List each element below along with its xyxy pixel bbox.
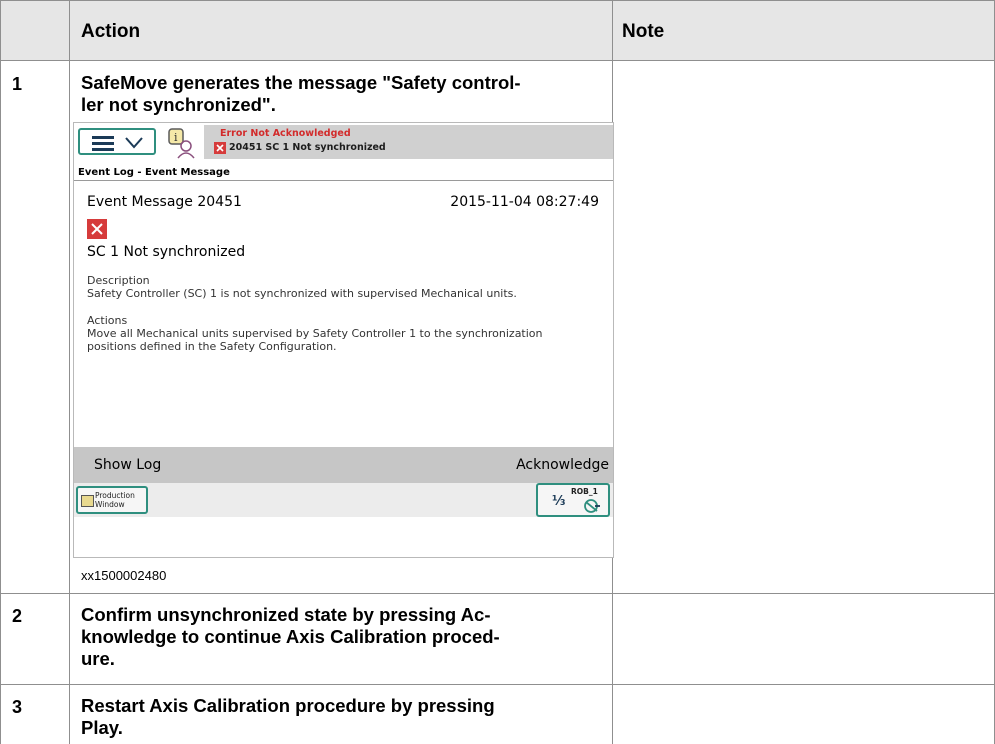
- robot-label: ROB_1: [571, 487, 598, 496]
- step-2-line3: ure.: [81, 648, 115, 669]
- step-2-acknowledge-part1: Ac-: [460, 604, 491, 625]
- table-header: [0, 0, 995, 60]
- step-1-action: SafeMove generates the message "Safety c…: [81, 72, 611, 116]
- step-3-line1: Restart Axis Calibration procedure by pr…: [81, 695, 495, 716]
- step-3-action: Restart Axis Calibration procedure by pr…: [81, 695, 611, 739]
- flexpendant-screenshot: i Error Not Acknowledged 20451 SC 1 Not …: [73, 122, 614, 558]
- error-banner-title: Error Not Acknowledged: [220, 128, 351, 139]
- robot-speed-icon: [584, 499, 600, 513]
- actions-line1: Move all Mechanical units supervised by …: [87, 327, 543, 340]
- menu-icon: [92, 136, 114, 151]
- status-info-icon: i: [168, 128, 195, 159]
- actions-line2: positions defined in the Safety Configur…: [87, 340, 337, 353]
- step-3-line2-end: .: [117, 717, 123, 738]
- chevron-down-icon: [125, 137, 143, 149]
- error-banner-message: 20451 SC 1 Not synchronized: [229, 142, 386, 153]
- step-2-action: Confirm unsynchronized state by pressing…: [81, 604, 611, 670]
- column-header-note: Note: [622, 21, 665, 42]
- actions-label: Actions: [87, 314, 128, 327]
- step-number-1: 1: [12, 74, 23, 94]
- procedure-table: Action Note 1 SafeMove generates the mes…: [0, 0, 995, 744]
- step-3-play: Play: [81, 717, 118, 738]
- svg-text:i: i: [174, 131, 178, 144]
- column-header-action: Action: [81, 21, 141, 42]
- event-datetime: 2015-11-04 08:27:49: [450, 194, 599, 210]
- production-label-line1: Production: [95, 491, 135, 500]
- production-window-icon: [81, 495, 94, 507]
- step-2-line1: Confirm unsynchronized state by pressing: [81, 604, 461, 625]
- production-window-button[interactable]: Production Window: [76, 486, 148, 514]
- step-1-action-line2: ler not synchronized".: [81, 94, 276, 115]
- production-label-line2: Window: [95, 500, 125, 509]
- figure-caption: xx1500002480: [81, 568, 167, 583]
- step-number-2: 2: [12, 606, 23, 626]
- step-1-action-line1: SafeMove generates the message "Safety c…: [81, 72, 521, 93]
- error-icon: [214, 142, 226, 154]
- event-heading: SC 1 Not synchronized: [87, 244, 246, 260]
- step-2-acknowledge-part2: knowledge: [81, 626, 177, 647]
- actions-text: Move all Mechanical units supervised by …: [87, 327, 602, 353]
- command-bar: Show Log Acknowledge: [74, 447, 613, 483]
- robot-fraction: ⅓: [552, 494, 566, 509]
- step-2-line2: to continue Axis Calibration proced-: [176, 626, 500, 647]
- quickset-button[interactable]: ROB_1 ⅓: [536, 483, 610, 517]
- step-number-3: 3: [12, 697, 23, 717]
- pendant-top-bar: i Error Not Acknowledged 20451 SC 1 Not …: [74, 123, 613, 163]
- main-menu-button[interactable]: [78, 128, 156, 155]
- breadcrumb: Event Log - Event Message: [78, 167, 230, 178]
- show-log-button[interactable]: Show Log: [94, 457, 161, 473]
- task-bar: Production Window ROB_1 ⅓: [74, 483, 613, 517]
- acknowledge-button[interactable]: Acknowledge: [516, 457, 609, 473]
- error-icon: [87, 219, 107, 239]
- event-title: Event Message 20451: [87, 194, 242, 210]
- description-label: Description: [87, 274, 150, 287]
- error-banner[interactable]: Error Not Acknowledged 20451 SC 1 Not sy…: [204, 125, 613, 159]
- description-text: Safety Controller (SC) 1 is not synchron…: [87, 287, 517, 300]
